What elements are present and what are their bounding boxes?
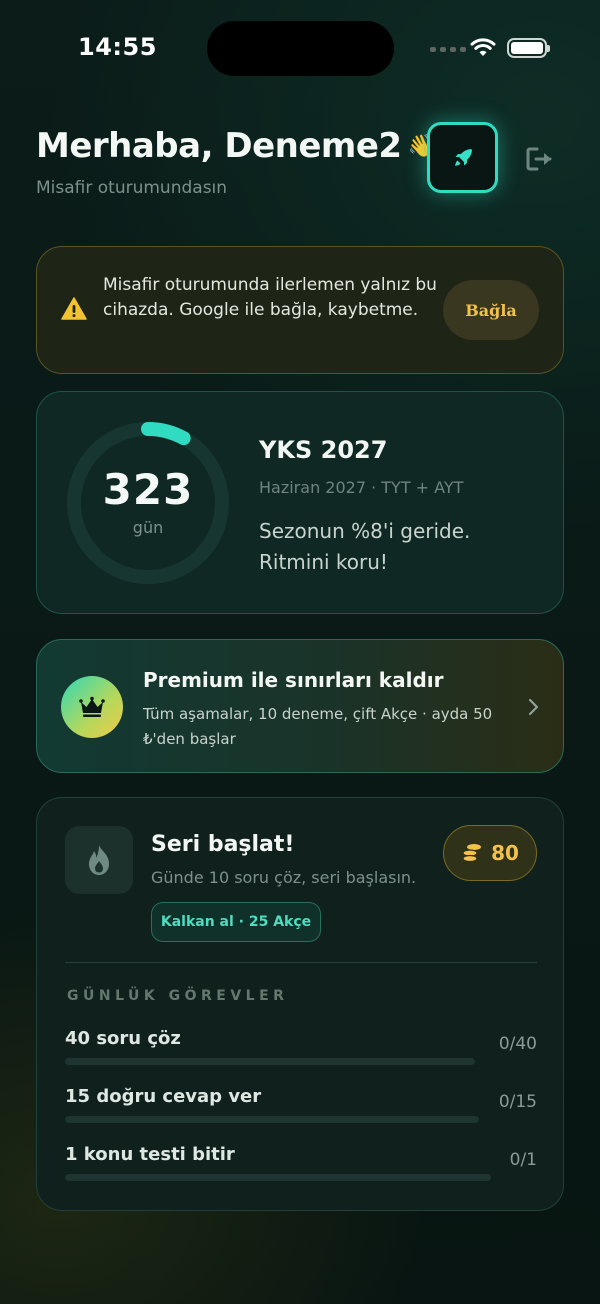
task-progress-bar (65, 1116, 479, 1123)
greeting-text: Merhaba, Deneme2 (36, 126, 402, 166)
daily-task: 40 soru çöz 0/40 (65, 1028, 537, 1068)
warning-icon (61, 297, 87, 320)
exam-subtitle: Haziran 2027 · TYT + AYT (259, 478, 464, 497)
crown-icon (79, 696, 105, 717)
guest-warning-card: Misafir oturumunda ilerlemen yalnız bu c… (36, 246, 564, 374)
coin-balance[interactable]: 80 (443, 825, 537, 881)
chevron-right-icon (528, 698, 539, 716)
crown-badge (61, 676, 123, 738)
streak-title: Seri başlat! (151, 832, 295, 857)
premium-description: Tüm aşamalar, 10 deneme, çift Akçe · ayd… (143, 705, 493, 748)
task-label: 40 soru çöz (65, 1028, 181, 1049)
rocket-icon (454, 148, 472, 166)
dynamic-island (207, 21, 394, 76)
daily-task: 15 doğru cevap ver 0/15 (65, 1086, 537, 1126)
premium-card[interactable]: Premium ile sınırları kaldır Tüm aşamala… (36, 639, 564, 773)
task-progress-bar (65, 1058, 475, 1065)
premium-title: Premium ile sınırları kaldır (143, 668, 444, 692)
exam-title: YKS 2027 (259, 436, 388, 464)
exam-countdown-card: 323 gün YKS 2027 Haziran 2027 · TYT + AY… (36, 391, 564, 614)
task-count: 0/1 (509, 1150, 537, 1170)
task-progress-bar (65, 1174, 491, 1181)
warning-text: Misafir oturumunda ilerlemen yalnız bu c… (103, 275, 437, 320)
status-time: 14:55 (78, 33, 157, 61)
task-label: 15 doğru cevap ver (65, 1086, 262, 1107)
streak-subtitle: Günde 10 soru çöz, seri başlasın. (151, 868, 417, 887)
task-label: 1 konu testi bitir (65, 1144, 235, 1165)
logout-icon (526, 147, 552, 171)
wifi-icon (470, 38, 496, 56)
flame-badge (65, 826, 133, 894)
task-count: 0/15 (498, 1092, 537, 1112)
coins-icon (462, 844, 482, 863)
coin-count: 80 (491, 841, 519, 865)
task-count: 0/40 (498, 1034, 537, 1054)
streak-card: Seri başlat! Günde 10 soru çöz, seri baş… (36, 797, 564, 1211)
logout-button[interactable] (524, 144, 556, 174)
link-google-button[interactable]: Bağla (443, 280, 539, 340)
signal-icon (430, 47, 466, 52)
flame-icon (89, 845, 109, 875)
battery-icon (507, 38, 550, 58)
rocket-button[interactable] (427, 122, 498, 193)
buy-shield-button[interactable]: Kalkan al · 25 Akçe (151, 902, 321, 942)
exam-message: Sezonun %8'i geride. Ritmini koru! (259, 519, 471, 574)
greeting-title: Merhaba, Deneme2 👋 (36, 126, 435, 166)
days-remaining: 323 (102, 465, 194, 514)
session-subtitle: Misafir oturumundasın (36, 178, 228, 198)
divider (65, 962, 537, 963)
daily-task: 1 konu testi bitir 0/1 (65, 1144, 537, 1184)
daily-tasks-heading: GÜNLÜK GÖREVLER (67, 988, 289, 1004)
days-unit: gün (132, 518, 164, 537)
